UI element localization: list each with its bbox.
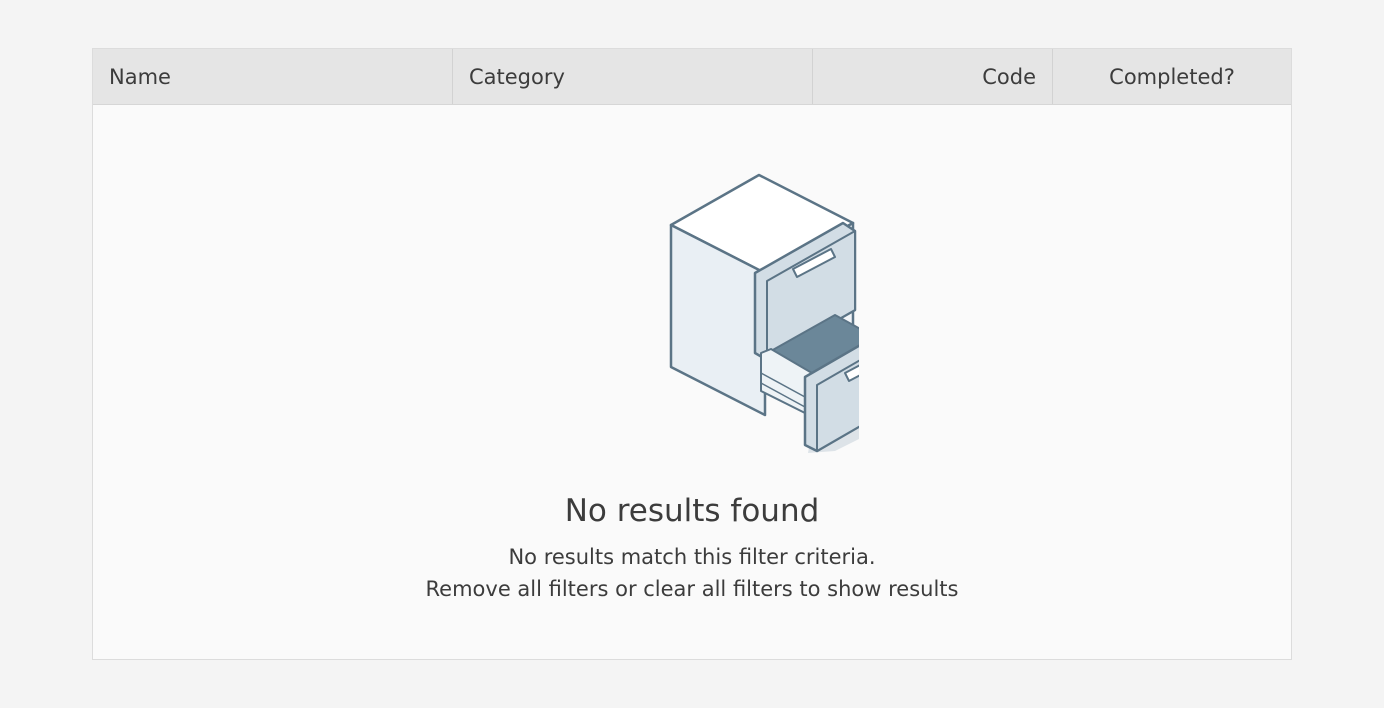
column-header-label: Completed? <box>1109 64 1235 89</box>
column-header-code[interactable]: Code <box>813 49 1053 104</box>
file-cabinet-icon <box>669 173 859 453</box>
results-table: Name Category Code Completed? No results… <box>92 48 1292 660</box>
column-header-label: Code <box>982 64 1036 89</box>
empty-state-message: No results match this filter criteria. <box>508 545 876 569</box>
column-header-label: Category <box>469 64 565 89</box>
empty-state-hint: Remove all filters or clear all filters … <box>425 577 959 601</box>
table-header: Name Category Code Completed? <box>93 49 1291 105</box>
empty-state-title: No results found <box>564 493 820 529</box>
column-header-label: Name <box>109 64 171 89</box>
column-header-category[interactable]: Category <box>453 49 813 104</box>
column-header-completed[interactable]: Completed? <box>1053 49 1291 104</box>
empty-state: No results found No results match this f… <box>93 105 1291 660</box>
column-header-name[interactable]: Name <box>93 49 453 104</box>
